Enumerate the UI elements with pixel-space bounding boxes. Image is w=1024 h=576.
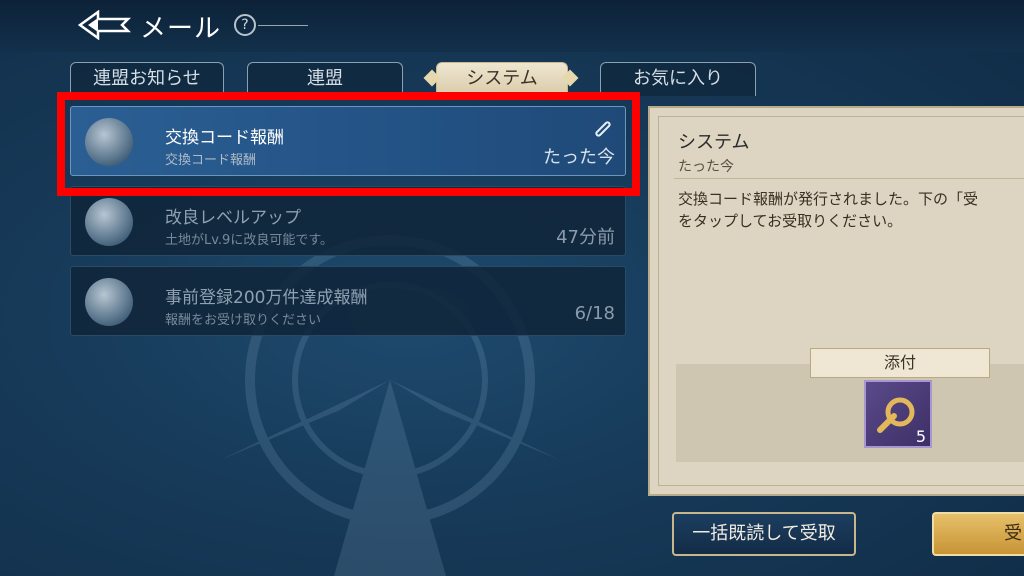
tab-system[interactable]: システム: [436, 62, 568, 96]
detail-body: 交換コード報酬が発行されました。下の「受 をタップしてお受取りください。: [678, 188, 1024, 232]
paperclip-icon: [595, 121, 611, 137]
header-divider: [258, 25, 308, 26]
mail-subtitle: 報酬をお受け取りください: [165, 313, 322, 328]
attachment-area: [676, 364, 1024, 462]
detail-time: たった今: [678, 159, 734, 175]
back-arrow-icon[interactable]: [78, 10, 132, 40]
detail-body-line: 交換コード報酬が発行されました。下の「受: [678, 190, 979, 208]
help-icon[interactable]: ?: [234, 14, 256, 36]
detail-body-line: をタップしてお受取りください。: [678, 212, 903, 230]
tab-alliance[interactable]: 連盟: [247, 62, 403, 96]
mail-subtitle: 土地がLv.9に改良可能です。: [165, 233, 334, 248]
gm-gear-icon: [85, 278, 133, 326]
mail-title: 事前登録200万件達成報酬: [165, 288, 368, 308]
page-title: メール: [140, 14, 222, 44]
detail-divider: [674, 178, 1024, 179]
read-all-claim-button[interactable]: 一括既読して受取: [672, 512, 856, 556]
tab-favorites[interactable]: お気に入り: [600, 62, 756, 96]
attachment-label: 添付: [810, 348, 990, 378]
laurel-bust-icon: [85, 118, 133, 166]
attachment-item[interactable]: 5: [864, 380, 932, 448]
detail-title: システム: [678, 132, 750, 153]
mail-detail-panel: システム たった今 交換コード報酬が発行されました。下の「受 をタップしてお受取…: [648, 106, 1024, 496]
mail-item-upgrade[interactable]: 改良レベルアップ 土地がLv.9に改良可能です。 47分前: [70, 186, 626, 256]
mail-title: 改良レベルアップ: [165, 208, 301, 228]
mail-title: 交換コード報酬: [165, 128, 284, 148]
claim-button[interactable]: 受: [932, 512, 1024, 556]
wrench-gear-icon: [877, 397, 915, 433]
attachment-count: 5: [915, 427, 926, 446]
mail-item-preregistration[interactable]: 事前登録200万件達成報酬 報酬をお受け取りください 6/18: [70, 266, 626, 336]
mail-time: 47分前: [556, 227, 615, 248]
header-bar: メール ?: [0, 0, 1024, 52]
mail-subtitle: 交換コード報酬: [165, 153, 257, 168]
mail-item-exchange-code[interactable]: 交換コード報酬 交換コード報酬 たった今: [70, 106, 626, 176]
mail-time: たった今: [543, 147, 615, 168]
tab-alliance-news[interactable]: 連盟お知らせ: [70, 62, 224, 96]
mail-time: 6/18: [574, 303, 615, 324]
laurel-globe-icon: [85, 198, 133, 246]
